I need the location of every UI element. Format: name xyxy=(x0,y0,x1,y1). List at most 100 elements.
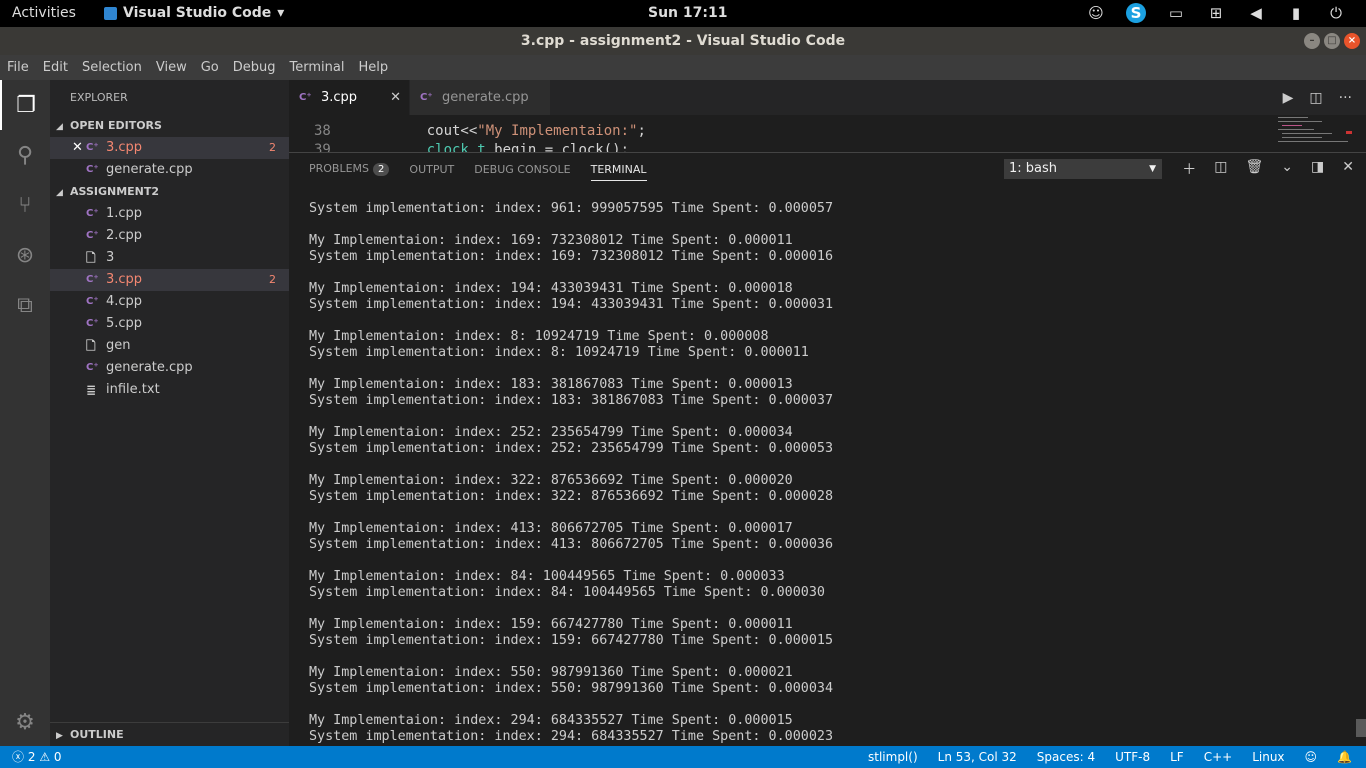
activities-button[interactable]: Activities xyxy=(12,5,76,21)
close-window-button[interactable]: × xyxy=(1344,33,1360,49)
close-tab-icon[interactable]: ✕ xyxy=(390,80,401,115)
activity-bar: ❐ ⚲ ⑂ ⊛ ⧉ ⚙ xyxy=(0,80,50,746)
terminal-line: My Implementaion: index: 413: 806672705 … xyxy=(309,521,793,536)
network-icon[interactable]: ⊞ xyxy=(1206,3,1226,23)
cpp-file-icon: C⁺ xyxy=(299,92,312,103)
run-icon[interactable]: ▶ xyxy=(1283,90,1294,106)
text-file-icon: ≣ xyxy=(86,383,97,397)
explorer-icon[interactable]: ❐ xyxy=(0,80,50,130)
terminal-select[interactable]: 1: bash ▼ xyxy=(1004,159,1162,179)
tab-debug-console[interactable]: DEBUG CONSOLE xyxy=(474,163,570,176)
menu-go[interactable]: Go xyxy=(201,60,219,75)
current-function[interactable]: stlimpl() xyxy=(868,746,918,768)
more-actions-icon[interactable]: ··· xyxy=(1339,90,1352,106)
skype-icon[interactable]: S xyxy=(1126,3,1146,23)
minimize-button[interactable]: – xyxy=(1304,33,1320,49)
accessibility-icon[interactable]: ☺ xyxy=(1086,3,1106,23)
outline-header[interactable]: ▶ OUTLINE xyxy=(50,722,289,746)
file-item[interactable]: C⁺ 1.cpp xyxy=(50,203,289,225)
maximize-button[interactable]: □ xyxy=(1324,33,1340,49)
end-of-line[interactable]: LF xyxy=(1170,746,1184,768)
open-editor-item[interactable]: ✕ C⁺ 3.cpp 2 xyxy=(50,137,289,159)
cpp-file-icon: C⁺ xyxy=(86,208,99,219)
menu-debug[interactable]: Debug xyxy=(233,60,276,75)
tab-generate-cpp[interactable]: C⁺ generate.cpp xyxy=(410,80,550,115)
terminal-line: My Implementaion: index: 183: 381867083 … xyxy=(309,377,793,392)
clock[interactable]: Sun 17:11 xyxy=(648,5,727,21)
tab-3-cpp[interactable]: C⁺ 3.cpp ✕ xyxy=(289,80,409,115)
cpp-file-icon: C⁺ xyxy=(86,230,99,241)
cpp-file-icon: C⁺ xyxy=(86,142,99,153)
new-terminal-icon[interactable]: ＋ xyxy=(1182,159,1196,179)
terminal-line: My Implementaion: index: 169: 732308012 … xyxy=(309,233,793,248)
close-panel-icon[interactable]: ✕ xyxy=(1342,159,1354,179)
language-mode[interactable]: C++ xyxy=(1204,746,1233,768)
menu-file[interactable]: File xyxy=(7,60,29,75)
terminal-line: System implementation: index: 84: 100449… xyxy=(309,585,825,600)
file-item[interactable]: C⁺ 3.cpp 2 xyxy=(50,269,289,291)
system-tray: ☺ S ▭ ⊞ ◀ ▮ ⏻ xyxy=(1086,3,1346,23)
debug-icon[interactable]: ⊛ xyxy=(0,230,50,280)
close-icon[interactable]: ✕ xyxy=(72,137,83,159)
menu-terminal[interactable]: Terminal xyxy=(290,60,345,75)
kill-terminal-icon[interactable]: 🗑 xyxy=(1246,159,1264,179)
terminal-scrollbar[interactable] xyxy=(1356,719,1366,737)
file-item[interactable]: 🗋 gen xyxy=(50,335,289,357)
open-editor-item[interactable]: C⁺ generate.cpp xyxy=(50,159,289,181)
tab-terminal[interactable]: TERMINAL xyxy=(590,163,647,181)
search-icon[interactable]: ⚲ xyxy=(0,130,50,180)
volume-icon[interactable]: ◀ xyxy=(1246,3,1266,23)
menu-edit[interactable]: Edit xyxy=(43,60,68,75)
folder-header[interactable]: ◢ ASSIGNMENT2 xyxy=(50,181,289,203)
extensions-icon[interactable]: ⧉ xyxy=(0,280,50,330)
file-item[interactable]: C⁺ generate.cpp xyxy=(50,357,289,379)
file-item[interactable]: C⁺ 4.cpp xyxy=(50,291,289,313)
terminal-output[interactable]: System implementation: index: 961: 99905… xyxy=(309,201,1349,747)
battery-icon[interactable]: ▮ xyxy=(1286,3,1306,23)
menu-view[interactable]: View xyxy=(156,60,187,75)
source-control-icon[interactable]: ⑂ xyxy=(0,180,50,230)
cursor-position[interactable]: Ln 53, Col 32 xyxy=(938,746,1017,768)
file-icon: 🗋 xyxy=(86,339,96,353)
display-icon[interactable]: ▭ xyxy=(1166,3,1186,23)
problem-badge: 2 xyxy=(269,273,276,286)
open-editors-header[interactable]: ◢ OPEN EDITORS xyxy=(50,115,289,137)
vscode-icon xyxy=(104,6,117,20)
file-item[interactable]: 🗋 3 xyxy=(50,247,289,269)
code-editor[interactable]: ▔▔▔▔▔▔▔▔▔▔ 38 cout<<"My Implementaion:";… xyxy=(289,115,1366,152)
file-item[interactable]: C⁺ 2.cpp xyxy=(50,225,289,247)
encoding[interactable]: UTF-8 xyxy=(1115,746,1150,768)
split-terminal-icon[interactable]: ◫ xyxy=(1214,159,1227,179)
settings-gear-icon[interactable]: ⚙ xyxy=(0,697,50,747)
power-icon[interactable]: ⏻ xyxy=(1326,3,1346,23)
indentation[interactable]: Spaces: 4 xyxy=(1037,746,1095,768)
maximize-panel-icon[interactable]: ◨ xyxy=(1311,159,1324,179)
terminal-line: My Implementaion: index: 550: 987991360 … xyxy=(309,665,793,680)
terminal-line: System implementation: index: 252: 23565… xyxy=(309,441,834,456)
problems-status[interactable]: ⓧ 2 ⚠ 0 xyxy=(12,746,62,768)
file-icon: 🗋 xyxy=(86,251,96,265)
split-editor-icon[interactable]: ◫ xyxy=(1309,90,1322,106)
menu-selection[interactable]: Selection xyxy=(82,60,142,75)
chevron-down-icon: ▾ xyxy=(277,5,285,21)
terminal-line: My Implementaion: index: 252: 235654799 … xyxy=(309,425,793,440)
notifications-bell-icon[interactable]: 🔔 xyxy=(1337,746,1352,768)
minimap[interactable] xyxy=(1272,115,1352,152)
file-item[interactable]: C⁺ 5.cpp xyxy=(50,313,289,335)
menu-help[interactable]: Help xyxy=(358,60,388,75)
cpp-file-icon: C⁺ xyxy=(86,362,99,373)
collapse-panel-icon[interactable]: ⌄ xyxy=(1281,159,1293,179)
terminal-line: My Implementaion: index: 322: 876536692 … xyxy=(309,473,793,488)
platform[interactable]: Linux xyxy=(1252,746,1284,768)
file-item[interactable]: ≣ infile.txt xyxy=(50,379,289,401)
tab-problems[interactable]: PROBLEMS 2 xyxy=(309,162,390,176)
tab-output[interactable]: OUTPUT xyxy=(409,163,454,176)
feedback-smiley-icon[interactable]: ☺ xyxy=(1305,746,1318,768)
app-menu[interactable]: Visual Studio Code ▾ xyxy=(104,5,284,21)
